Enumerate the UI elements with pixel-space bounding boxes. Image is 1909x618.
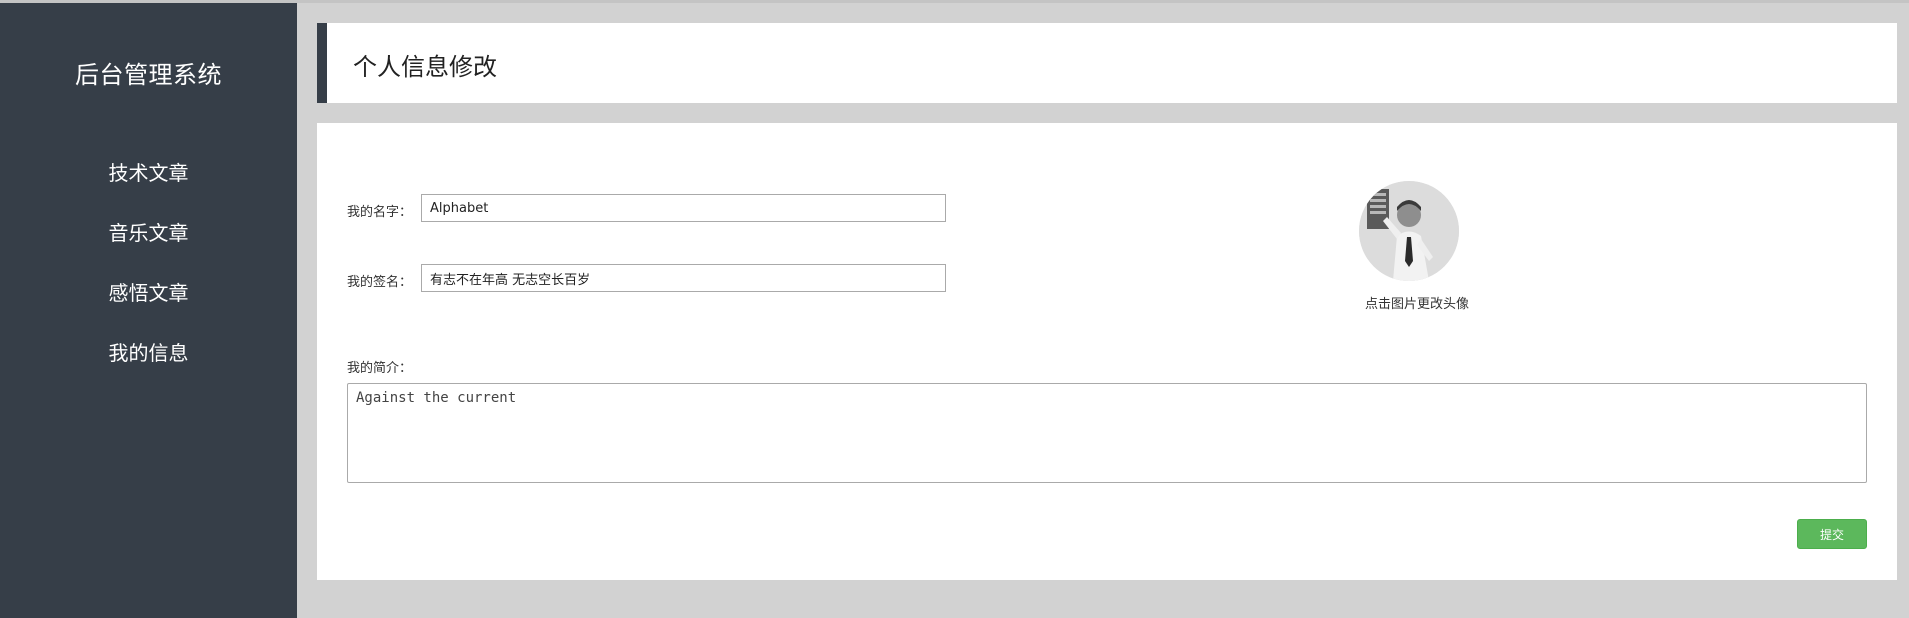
sidebar-item-music-articles[interactable]: 音乐文章 bbox=[0, 215, 297, 275]
sidebar-item-my-info[interactable]: 我的信息 bbox=[0, 335, 297, 395]
page-title: 个人信息修改 bbox=[353, 53, 497, 81]
submit-button[interactable]: 提交 bbox=[1797, 519, 1867, 549]
avatar[interactable] bbox=[1359, 181, 1459, 281]
signature-input[interactable] bbox=[421, 264, 946, 292]
sidebar-nav: 技术文章 音乐文章 感悟文章 我的信息 bbox=[0, 155, 297, 395]
avatar-caption[interactable]: 点击图片更改头像 bbox=[1359, 293, 1475, 312]
bio-textarea[interactable]: Against the current bbox=[347, 383, 1867, 483]
name-label: 我的名字： bbox=[347, 205, 413, 220]
profile-form-card: 我的名字： 我的签名： 点击图片更改头像 我的简介： Against the c… bbox=[317, 123, 1897, 580]
page-header: 个人信息修改 bbox=[317, 23, 1897, 103]
sidebar: 后台管理系统 技术文章 音乐文章 感悟文章 我的信息 bbox=[0, 3, 297, 618]
avatar-image bbox=[1359, 181, 1459, 281]
brand-title: 后台管理系统 bbox=[75, 61, 222, 89]
signature-label: 我的签名： bbox=[347, 275, 413, 290]
name-input[interactable] bbox=[421, 194, 946, 222]
sidebar-item-tech-articles[interactable]: 技术文章 bbox=[0, 155, 297, 215]
bio-label: 我的简介： bbox=[347, 361, 413, 376]
sidebar-item-insight-articles[interactable]: 感悟文章 bbox=[0, 275, 297, 335]
